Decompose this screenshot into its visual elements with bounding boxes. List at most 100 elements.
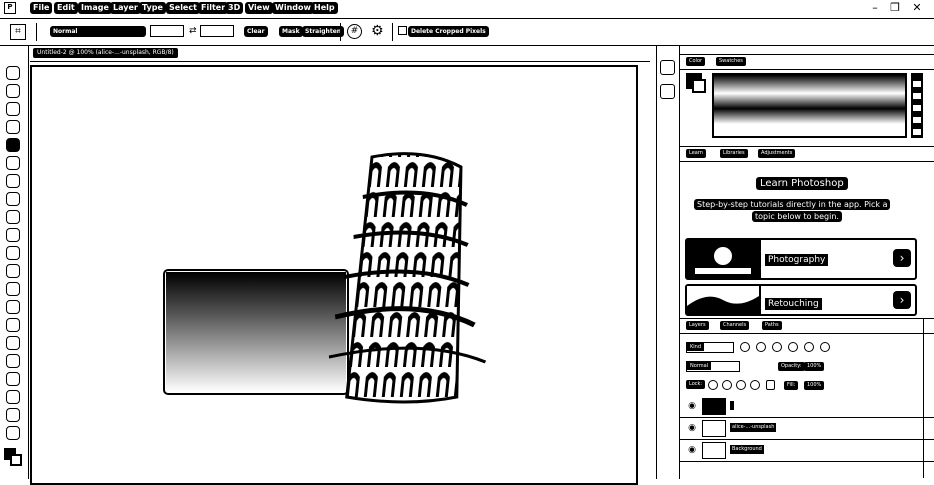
visibility-eye-icon[interactable]: ◉ [686,423,698,433]
hand-tool-icon[interactable] [6,390,20,404]
tab-color[interactable]: Color [686,57,706,66]
path-selection-icon[interactable] [6,354,20,368]
type-filter-icon[interactable] [772,342,782,352]
smart-object-filter-icon[interactable] [804,342,814,352]
tab-paths[interactable]: Paths [762,321,782,330]
menu-3d[interactable]: 3D [225,2,244,14]
menu-select[interactable]: Select [166,2,200,14]
adjustment-filter-icon[interactable] [756,342,766,352]
tab-swatches[interactable]: Swatches [716,57,746,66]
brush-tool-icon[interactable] [6,192,20,206]
background-color-swatch[interactable] [10,454,22,466]
bg-color-picker[interactable] [692,79,706,93]
menu-window[interactable]: Window [272,2,314,14]
grid-overlay-icon[interactable]: # [347,24,362,39]
tower-photo [163,152,487,404]
lock-pixels-icon[interactable] [708,380,718,390]
tab-channels[interactable]: Channels [720,321,750,330]
ratio-width-field[interactable] [150,25,184,37]
gradient-tool-icon[interactable] [6,264,20,278]
hue-slider[interactable] [911,73,923,138]
lock-image-icon[interactable] [722,380,732,390]
menu-image[interactable]: Image [78,2,112,14]
document-tab-bar: Untitled-2 @ 100% (alice-...-unsplash, R… [30,46,650,62]
clone-stamp-icon[interactable] [6,210,20,224]
layer-row[interactable]: ◉ Background [680,440,934,462]
menu-edit[interactable]: Edit [54,2,78,14]
layer-thumbnail [702,398,726,415]
blend-mode-value: Normal [687,362,712,370]
color-spectrum[interactable] [712,73,907,138]
menu-view[interactable]: View [245,2,273,14]
settings-gear-icon[interactable]: ⚙ [371,24,384,39]
type-tool-icon[interactable] [6,336,20,350]
tab-adjustments[interactable]: Adjustments [758,149,796,158]
pixel-filter-icon[interactable] [740,342,750,352]
layer-filter-kind[interactable]: Kind [686,342,734,353]
restore-icon[interactable]: ❐ [888,1,902,15]
clear-button[interactable]: Clear [244,26,268,37]
healing-brush-icon[interactable] [6,174,20,188]
history-brush-icon[interactable] [6,228,20,242]
mask-button[interactable]: Mask [279,26,303,37]
eyedropper-tool-icon[interactable] [6,156,20,170]
delete-cropped-label: Delete Cropped Pixels [408,26,489,37]
opacity-field[interactable]: 100% [804,362,825,371]
close-icon[interactable]: ✕ [910,1,924,15]
pen-tool-icon[interactable] [6,318,20,332]
lock-all-icon[interactable] [766,380,775,390]
ratio-height-field[interactable] [200,25,234,37]
menu-filter[interactable]: Filter [198,2,229,14]
learn-description: Step-by-step tutorials directly in the a… [694,199,891,210]
layer-name: Background [730,445,764,454]
layer-row[interactable]: ◉ [680,396,934,418]
blend-mode-select[interactable]: Normal [686,361,740,372]
properties-panel-icon[interactable] [660,84,675,99]
menu-file[interactable]: File [30,2,53,14]
tab-learn[interactable]: Learn [686,149,706,158]
learn-description-2: topic below to begin. [752,211,842,222]
visibility-eye-icon[interactable]: ◉ [686,401,698,411]
filter-toggle-icon[interactable] [820,342,830,352]
shape-filter-icon[interactable] [788,342,798,352]
delete-cropped-checkbox[interactable] [398,26,407,35]
fill-field[interactable]: 100% [804,381,825,390]
document-canvas[interactable] [30,65,638,485]
tab-layers[interactable]: Layers [686,321,709,330]
lock-artboard-icon[interactable] [750,380,760,390]
marquee-tool-icon[interactable] [6,102,20,116]
eraser-tool-icon[interactable] [6,246,20,260]
artboard-tool-icon[interactable] [6,84,20,98]
learn-card-photography[interactable]: Photography › [685,238,917,280]
tab-libraries[interactable]: Libraries [720,149,748,158]
lasso-tool-icon[interactable] [6,120,20,134]
history-panel-icon[interactable] [660,60,675,75]
blur-tool-icon[interactable] [6,282,20,296]
dodge-tool-icon[interactable] [6,300,20,314]
canvas-area [30,62,650,485]
zoom-tool-icon[interactable] [6,408,20,422]
shape-tool-icon[interactable] [6,372,20,386]
lock-label: Lock: [686,380,706,389]
move-tool-icon[interactable] [6,66,20,80]
card-label: Retouching [765,298,822,310]
visibility-eye-icon[interactable]: ◉ [686,445,698,455]
edit-toolbar-icon[interactable] [6,426,20,440]
minimize-icon[interactable]: – [868,1,882,15]
learn-card-retouching[interactable]: Retouching › [685,284,917,316]
layers-scrollbar[interactable] [923,318,932,478]
swap-icon[interactable]: ⇄ [189,26,197,36]
menu-bar: P File Edit Image Layer Type Select Filt… [0,0,934,19]
layer-row[interactable]: ◉ alice-...-unsplash [680,418,934,440]
menu-type[interactable]: Type [139,2,166,14]
color-panel-header: Color Swatches [680,54,934,70]
straighten-button[interactable]: Straighten [302,26,345,37]
menu-layer[interactable]: Layer [110,2,141,14]
crop-tool-icon[interactable]: ⌗ [10,24,26,40]
ratio-select[interactable]: Normal [50,26,146,37]
lock-position-icon[interactable] [736,380,746,390]
fill-label: Fill: [784,381,799,390]
document-tab[interactable]: Untitled-2 @ 100% (alice-...-unsplash, R… [33,48,178,58]
crop-tool-icon[interactable] [6,138,20,152]
menu-help[interactable]: Help [311,2,338,14]
